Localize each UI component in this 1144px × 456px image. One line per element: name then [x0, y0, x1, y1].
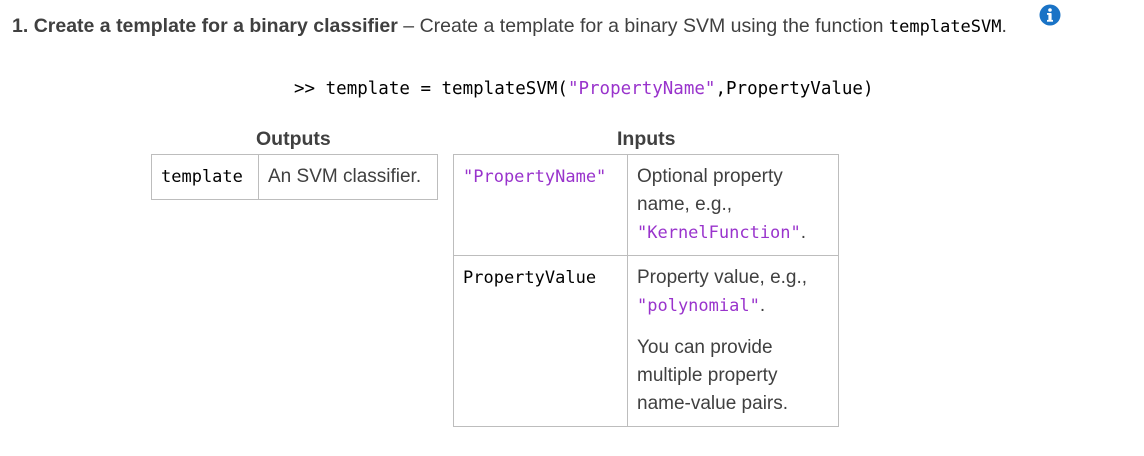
output-description-cell: An SVM classifier. [258, 154, 438, 200]
table-row: "PropertyName" Optional property name, e… [453, 154, 839, 256]
code-prompt: >> [294, 79, 316, 99]
step-heading: 1. Create a template for a binary classi… [12, 15, 1007, 38]
input-name-cell: PropertyValue [453, 255, 628, 427]
input-description-cell: Optional property name, e.g., "KernelFun… [627, 154, 839, 256]
input-example-suffix: . [800, 222, 807, 243]
input-description: Optional property name, e.g., [637, 166, 783, 215]
input-name: PropertyValue [463, 268, 597, 288]
input-description: Property value, e.g., [637, 267, 808, 288]
input-name-cell: "PropertyName" [453, 154, 628, 256]
code-example: >> template = templateSVM("PropertyName"… [294, 79, 874, 99]
step-dash: – [403, 15, 415, 37]
function-name: templateSVM [888, 17, 1002, 37]
table-row: template An SVM classifier. [151, 154, 438, 200]
step-text: Create a template for a binary SVM using… [419, 15, 884, 37]
page: 1. Create a template for a binary classi… [0, 0, 1144, 456]
input-example-suffix: . [759, 295, 766, 316]
output-name-cell: template [151, 154, 259, 200]
inputs-caption: Inputs [617, 128, 676, 150]
inputs-table: "PropertyName" Optional property name, e… [453, 154, 839, 427]
output-description: An SVM classifier. [268, 166, 422, 187]
input-example: "KernelFunction" [637, 223, 801, 243]
output-name: template [161, 167, 243, 187]
info-icon[interactable] [1039, 4, 1061, 26]
input-note: You can provide multiple property name-v… [637, 337, 789, 414]
code-rest: ,PropertyValue) [715, 79, 874, 99]
code-string-arg: "PropertyName" [567, 79, 716, 99]
table-row: PropertyValue Property value, e.g., "pol… [453, 255, 839, 427]
code-lhs: template = templateSVM( [325, 79, 568, 99]
outputs-table: template An SVM classifier. [151, 154, 438, 200]
input-example: "polynomial" [637, 296, 760, 316]
step-period: . [1001, 15, 1007, 37]
input-name: "PropertyName" [463, 167, 607, 187]
step-number: 1. [12, 15, 29, 37]
step-title: Create a template for a binary classifie… [33, 15, 398, 37]
input-description-cell: Property value, e.g., "polynomial". You … [627, 255, 839, 427]
outputs-caption: Outputs [256, 128, 331, 150]
